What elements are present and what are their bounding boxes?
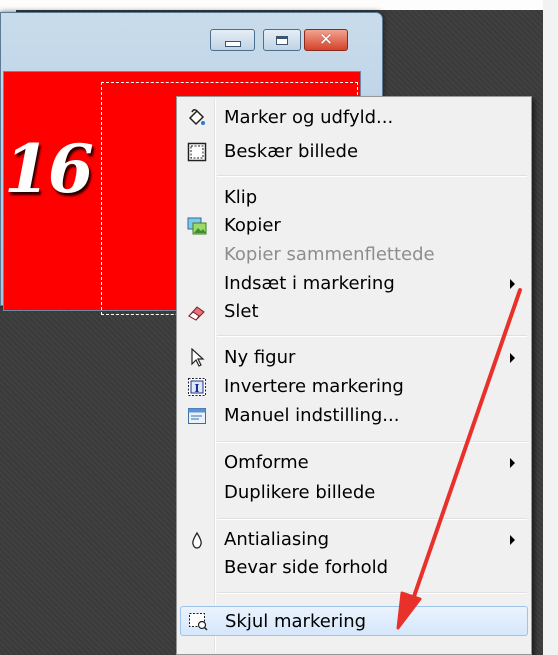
annotation-arrow <box>396 288 522 630</box>
